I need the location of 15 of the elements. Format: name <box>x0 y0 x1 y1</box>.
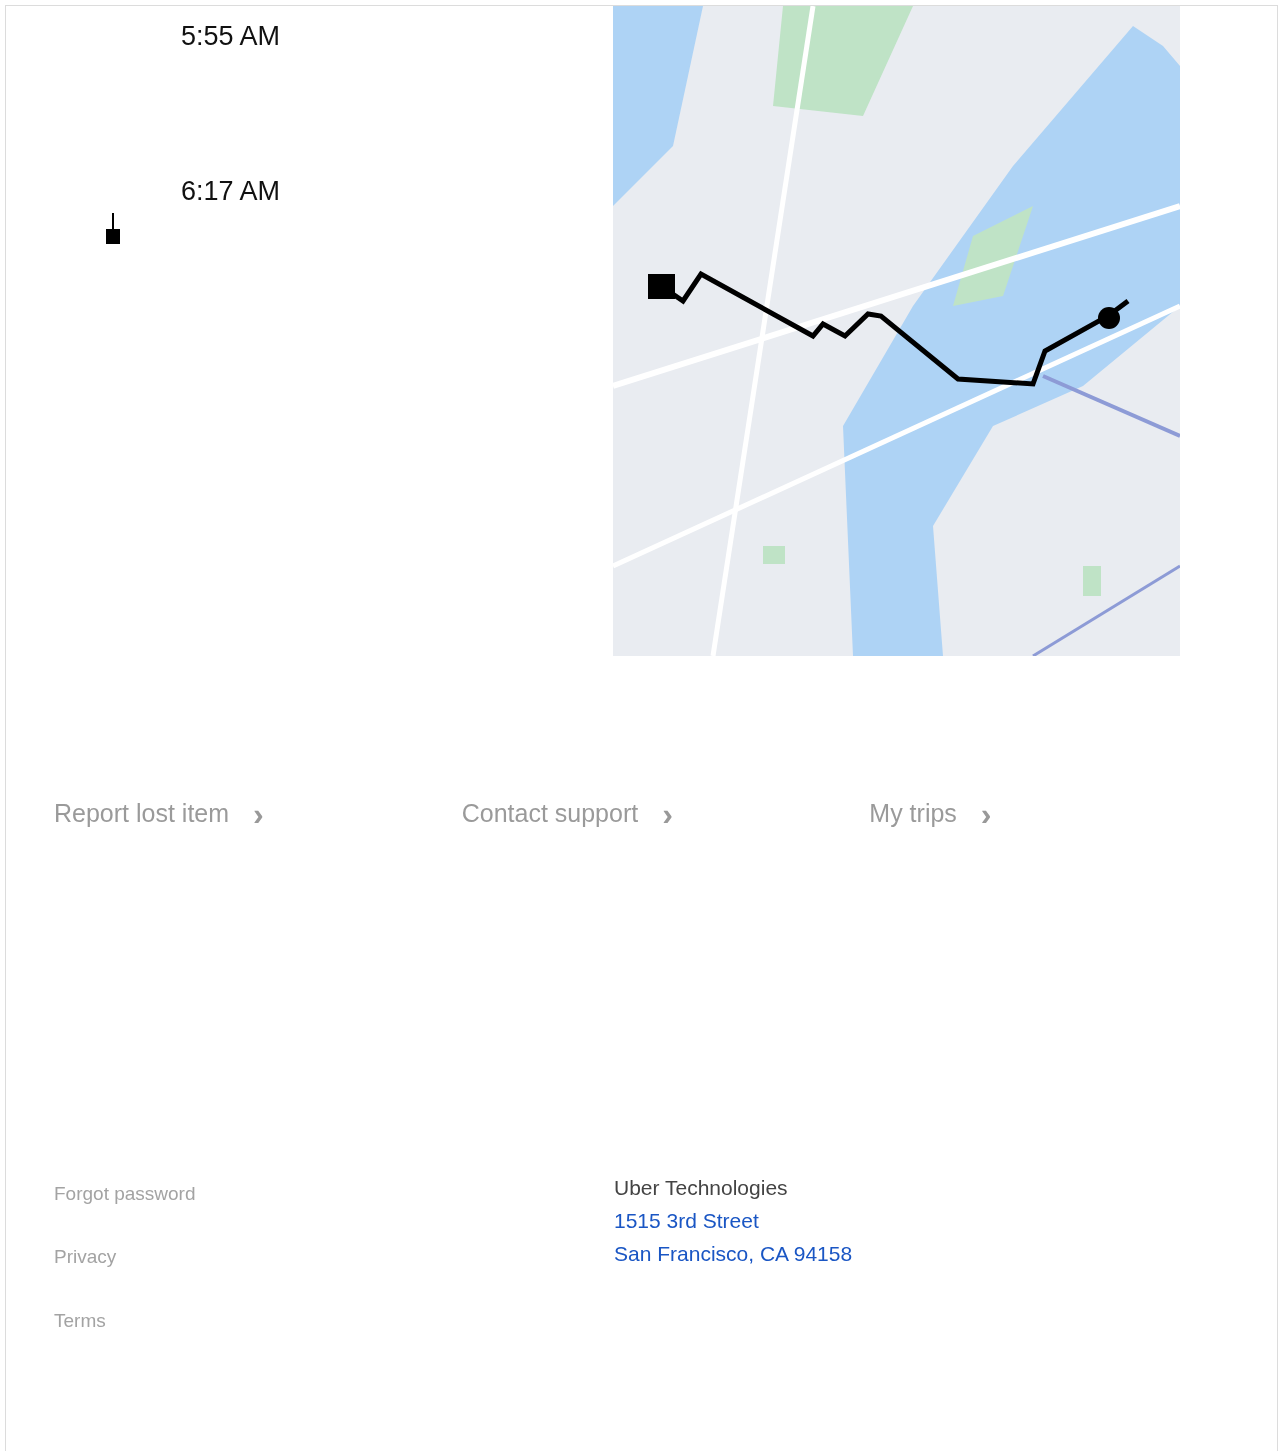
trip-time: 5:55 AM <box>181 20 281 53</box>
company-name: Uber Technologies <box>614 1174 788 1201</box>
chevron-icon: › <box>662 797 673 830</box>
nav-link[interactable]: My trips <box>869 795 957 833</box>
footer-link[interactable]: Forgot password <box>54 1179 196 1208</box>
marker-icon <box>105 213 121 244</box>
address-link[interactable]: 1515 3rd Street <box>614 1203 759 1237</box>
chevron-icon: › <box>980 797 992 830</box>
nav-link[interactable]: Report lost item <box>54 795 230 833</box>
address-link[interactable]: San Francisco, CA 94158 <box>614 1236 853 1270</box>
chevron-icon: › <box>253 797 264 830</box>
trip-time: 6:17 AM <box>181 175 281 208</box>
footer-link[interactable]: Privacy <box>54 1243 117 1272</box>
nav-link[interactable]: Contact support <box>461 795 639 833</box>
footer-link[interactable]: Terms <box>54 1306 106 1335</box>
